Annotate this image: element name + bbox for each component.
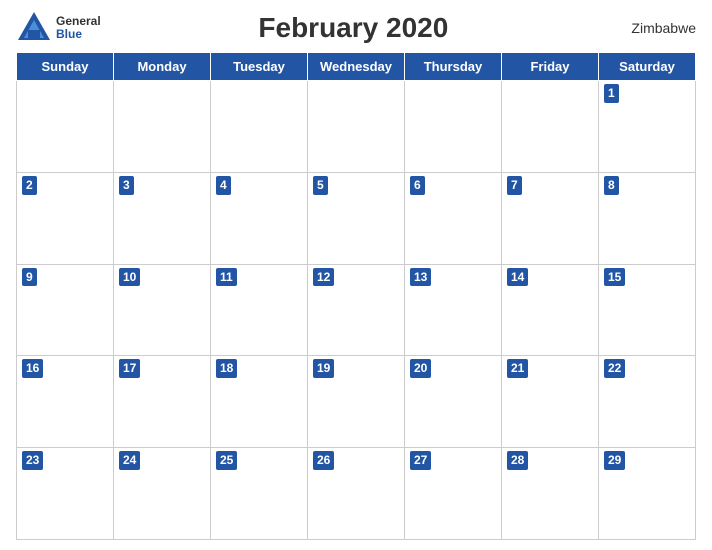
day-cell: 14 xyxy=(502,264,599,356)
day-number: 1 xyxy=(604,84,619,103)
day-cell: 25 xyxy=(211,448,308,540)
day-cell: 6 xyxy=(405,172,502,264)
day-cell: 5 xyxy=(308,172,405,264)
day-cell: 16 xyxy=(17,356,114,448)
week-row-3: 9 10 11 12 13 14 15 xyxy=(17,264,696,356)
day-number: 23 xyxy=(22,451,43,470)
day-number: 25 xyxy=(216,451,237,470)
day-number: 12 xyxy=(313,268,334,287)
day-cell: 11 xyxy=(211,264,308,356)
day-number: 8 xyxy=(604,176,619,195)
day-number: 11 xyxy=(216,268,237,287)
day-cell xyxy=(17,81,114,173)
day-cell xyxy=(308,81,405,173)
week-row-5: 23 24 25 26 27 28 29 xyxy=(17,448,696,540)
day-number: 29 xyxy=(604,451,625,470)
day-cell: 28 xyxy=(502,448,599,540)
day-cell: 15 xyxy=(599,264,696,356)
day-cell: 27 xyxy=(405,448,502,540)
day-cell: 29 xyxy=(599,448,696,540)
day-cell: 8 xyxy=(599,172,696,264)
day-number: 7 xyxy=(507,176,522,195)
day-cell: 18 xyxy=(211,356,308,448)
day-cell: 17 xyxy=(114,356,211,448)
day-number: 3 xyxy=(119,176,134,195)
day-cell xyxy=(502,81,599,173)
day-cell xyxy=(211,81,308,173)
day-cell: 24 xyxy=(114,448,211,540)
logo-icon xyxy=(16,10,52,46)
day-cell: 21 xyxy=(502,356,599,448)
day-number: 22 xyxy=(604,359,625,378)
day-number: 20 xyxy=(410,359,431,378)
day-number: 21 xyxy=(507,359,528,378)
day-number: 16 xyxy=(22,359,43,378)
week-row-4: 16 17 18 19 20 21 22 xyxy=(17,356,696,448)
day-number: 2 xyxy=(22,176,37,195)
day-number: 17 xyxy=(119,359,140,378)
day-number: 5 xyxy=(313,176,328,195)
day-cell xyxy=(405,81,502,173)
weekday-monday: Monday xyxy=(114,53,211,81)
calendar-table: SundayMondayTuesdayWednesdayThursdayFrid… xyxy=(16,52,696,540)
country-name: Zimbabwe xyxy=(606,20,696,36)
day-number: 19 xyxy=(313,359,334,378)
day-cell: 19 xyxy=(308,356,405,448)
day-cell: 3 xyxy=(114,172,211,264)
logo-text: General Blue xyxy=(56,15,101,41)
day-cell: 12 xyxy=(308,264,405,356)
day-cell: 26 xyxy=(308,448,405,540)
day-cell: 4 xyxy=(211,172,308,264)
month-title: February 2020 xyxy=(101,12,606,44)
logo: General Blue xyxy=(16,10,101,46)
weekday-tuesday: Tuesday xyxy=(211,53,308,81)
day-number: 14 xyxy=(507,268,528,287)
weekday-header-row: SundayMondayTuesdayWednesdayThursdayFrid… xyxy=(17,53,696,81)
day-number: 13 xyxy=(410,268,431,287)
weekday-thursday: Thursday xyxy=(405,53,502,81)
day-cell: 2 xyxy=(17,172,114,264)
day-number: 9 xyxy=(22,268,37,287)
day-number: 26 xyxy=(313,451,334,470)
day-number: 28 xyxy=(507,451,528,470)
day-cell: 1 xyxy=(599,81,696,173)
weekday-wednesday: Wednesday xyxy=(308,53,405,81)
day-cell: 13 xyxy=(405,264,502,356)
day-number: 24 xyxy=(119,451,140,470)
day-cell: 23 xyxy=(17,448,114,540)
weekday-friday: Friday xyxy=(502,53,599,81)
day-cell: 22 xyxy=(599,356,696,448)
day-cell: 7 xyxy=(502,172,599,264)
week-row-1: 1 xyxy=(17,81,696,173)
day-number: 4 xyxy=(216,176,231,195)
day-number: 15 xyxy=(604,268,625,287)
weekday-sunday: Sunday xyxy=(17,53,114,81)
weekday-saturday: Saturday xyxy=(599,53,696,81)
week-row-2: 2 3 4 5 6 7 8 xyxy=(17,172,696,264)
day-number: 27 xyxy=(410,451,431,470)
day-number: 6 xyxy=(410,176,425,195)
day-number: 10 xyxy=(119,268,140,287)
day-cell: 10 xyxy=(114,264,211,356)
calendar-header: General Blue February 2020 Zimbabwe xyxy=(16,10,696,46)
logo-blue: Blue xyxy=(56,28,101,41)
day-cell xyxy=(114,81,211,173)
day-number: 18 xyxy=(216,359,237,378)
day-cell: 9 xyxy=(17,264,114,356)
day-cell: 20 xyxy=(405,356,502,448)
